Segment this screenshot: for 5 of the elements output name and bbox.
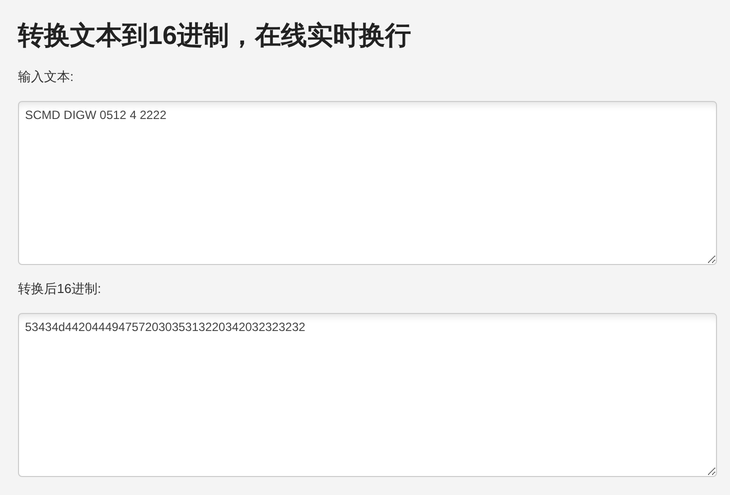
text-area[interactable]: 53434d442044494757203035313220342032323232 (18, 313, 717, 477)
field-label: 转换后16进制: (18, 280, 102, 298)
text-area[interactable]: SCMD DIGW 0512 4 2222 (18, 101, 717, 265)
page-title: 转换文本到16进制，在线实时换行 (18, 19, 412, 52)
field-label: 输入文本: (18, 68, 75, 86)
